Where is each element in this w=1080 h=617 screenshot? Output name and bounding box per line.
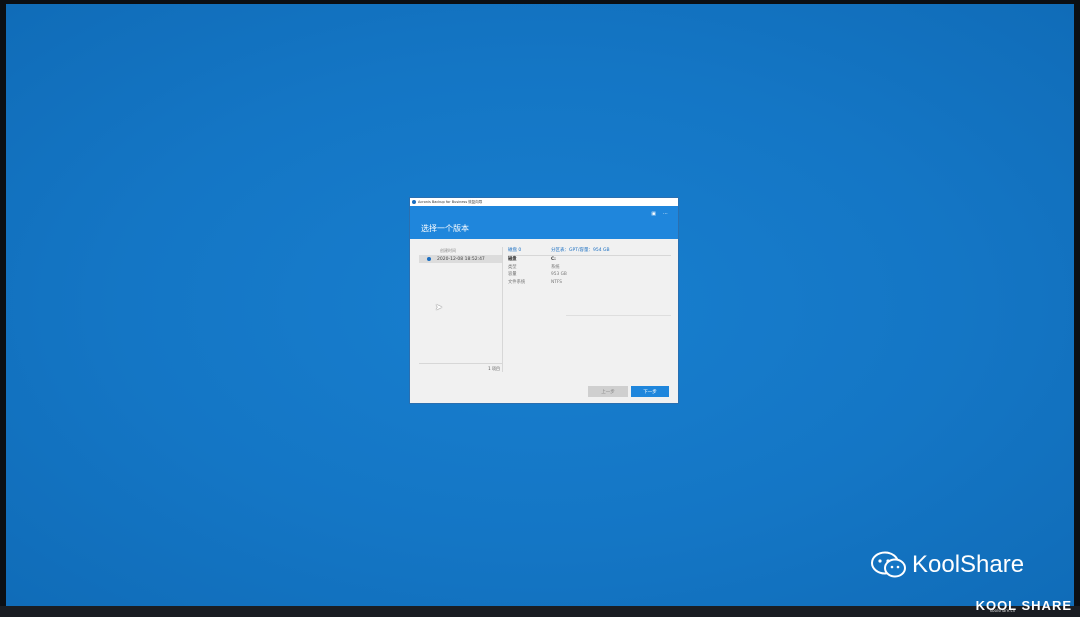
detail-key: 容量 [508, 272, 517, 277]
detail-row: 磁盘 C: [508, 256, 671, 264]
more-icon[interactable]: ⋯ [663, 211, 668, 217]
divider [566, 315, 671, 316]
dialog-content: 创建时间 2020-12-08 18:52:47 1 项目 磁盘 0 分区表：G… [419, 247, 671, 372]
window-titlebar: Acronis Backup for Business 恢复向导 [410, 198, 678, 206]
disk-name: 磁盘 0 [508, 248, 522, 253]
item-count: 1 项目 [419, 363, 502, 372]
detail-value: 953 GB [551, 272, 567, 277]
prev-button[interactable]: 上一步 [588, 386, 628, 397]
selected-radio-icon[interactable] [427, 257, 431, 261]
version-timestamp: 2020-12-08 18:52:47 [437, 256, 485, 262]
detail-key: 磁盘 [508, 257, 517, 262]
next-button[interactable]: 下一步 [631, 386, 669, 397]
app-icon [412, 200, 416, 204]
disk-header: 磁盘 0 分区表：GPT/容量：954 GB [508, 247, 671, 256]
detail-value: 系统 [551, 264, 560, 270]
list-item[interactable]: 2020-12-08 18:52:47 [419, 255, 502, 263]
watermark: KoolShare [870, 551, 1024, 579]
version-details: 磁盘 0 分区表：GPT/容量：954 GB 磁盘 C: 类型 系统 容量 95… [508, 247, 671, 316]
window-title: Acronis Backup for Business 恢复向导 [418, 199, 483, 204]
detail-row: 容量 953 GB [508, 271, 671, 279]
dialog-title: 选择一个版本 [421, 224, 469, 233]
detail-row: 文件系统 NTFS [508, 279, 671, 287]
restore-dialog: Acronis Backup for Business 恢复向导 ▣ ⋯ 选择一… [410, 198, 678, 403]
column-header-created[interactable]: 创建时间 [419, 247, 502, 255]
monitor-bezel [0, 606, 1080, 617]
restore-icon[interactable]: ▣ [651, 211, 656, 217]
dialog-header: ▣ ⋯ 选择一个版本 [410, 206, 678, 239]
detail-value: C: [551, 257, 556, 262]
mouse-cursor-icon: ➤ [435, 303, 443, 313]
version-list: 创建时间 2020-12-08 18:52:47 1 项目 [419, 247, 503, 372]
detail-key: 文件系统 [508, 279, 526, 285]
partition-info: 分区表：GPT/容量：954 GB [551, 248, 610, 253]
wechat-icon [871, 551, 906, 578]
koolshare-logo: KOOL SHARE [975, 598, 1072, 613]
detail-row: 类型 系统 [508, 264, 671, 272]
detail-value: NTFS [551, 279, 562, 285]
detail-key: 类型 [508, 264, 517, 270]
watermark-text: KoolShare [912, 551, 1025, 578]
